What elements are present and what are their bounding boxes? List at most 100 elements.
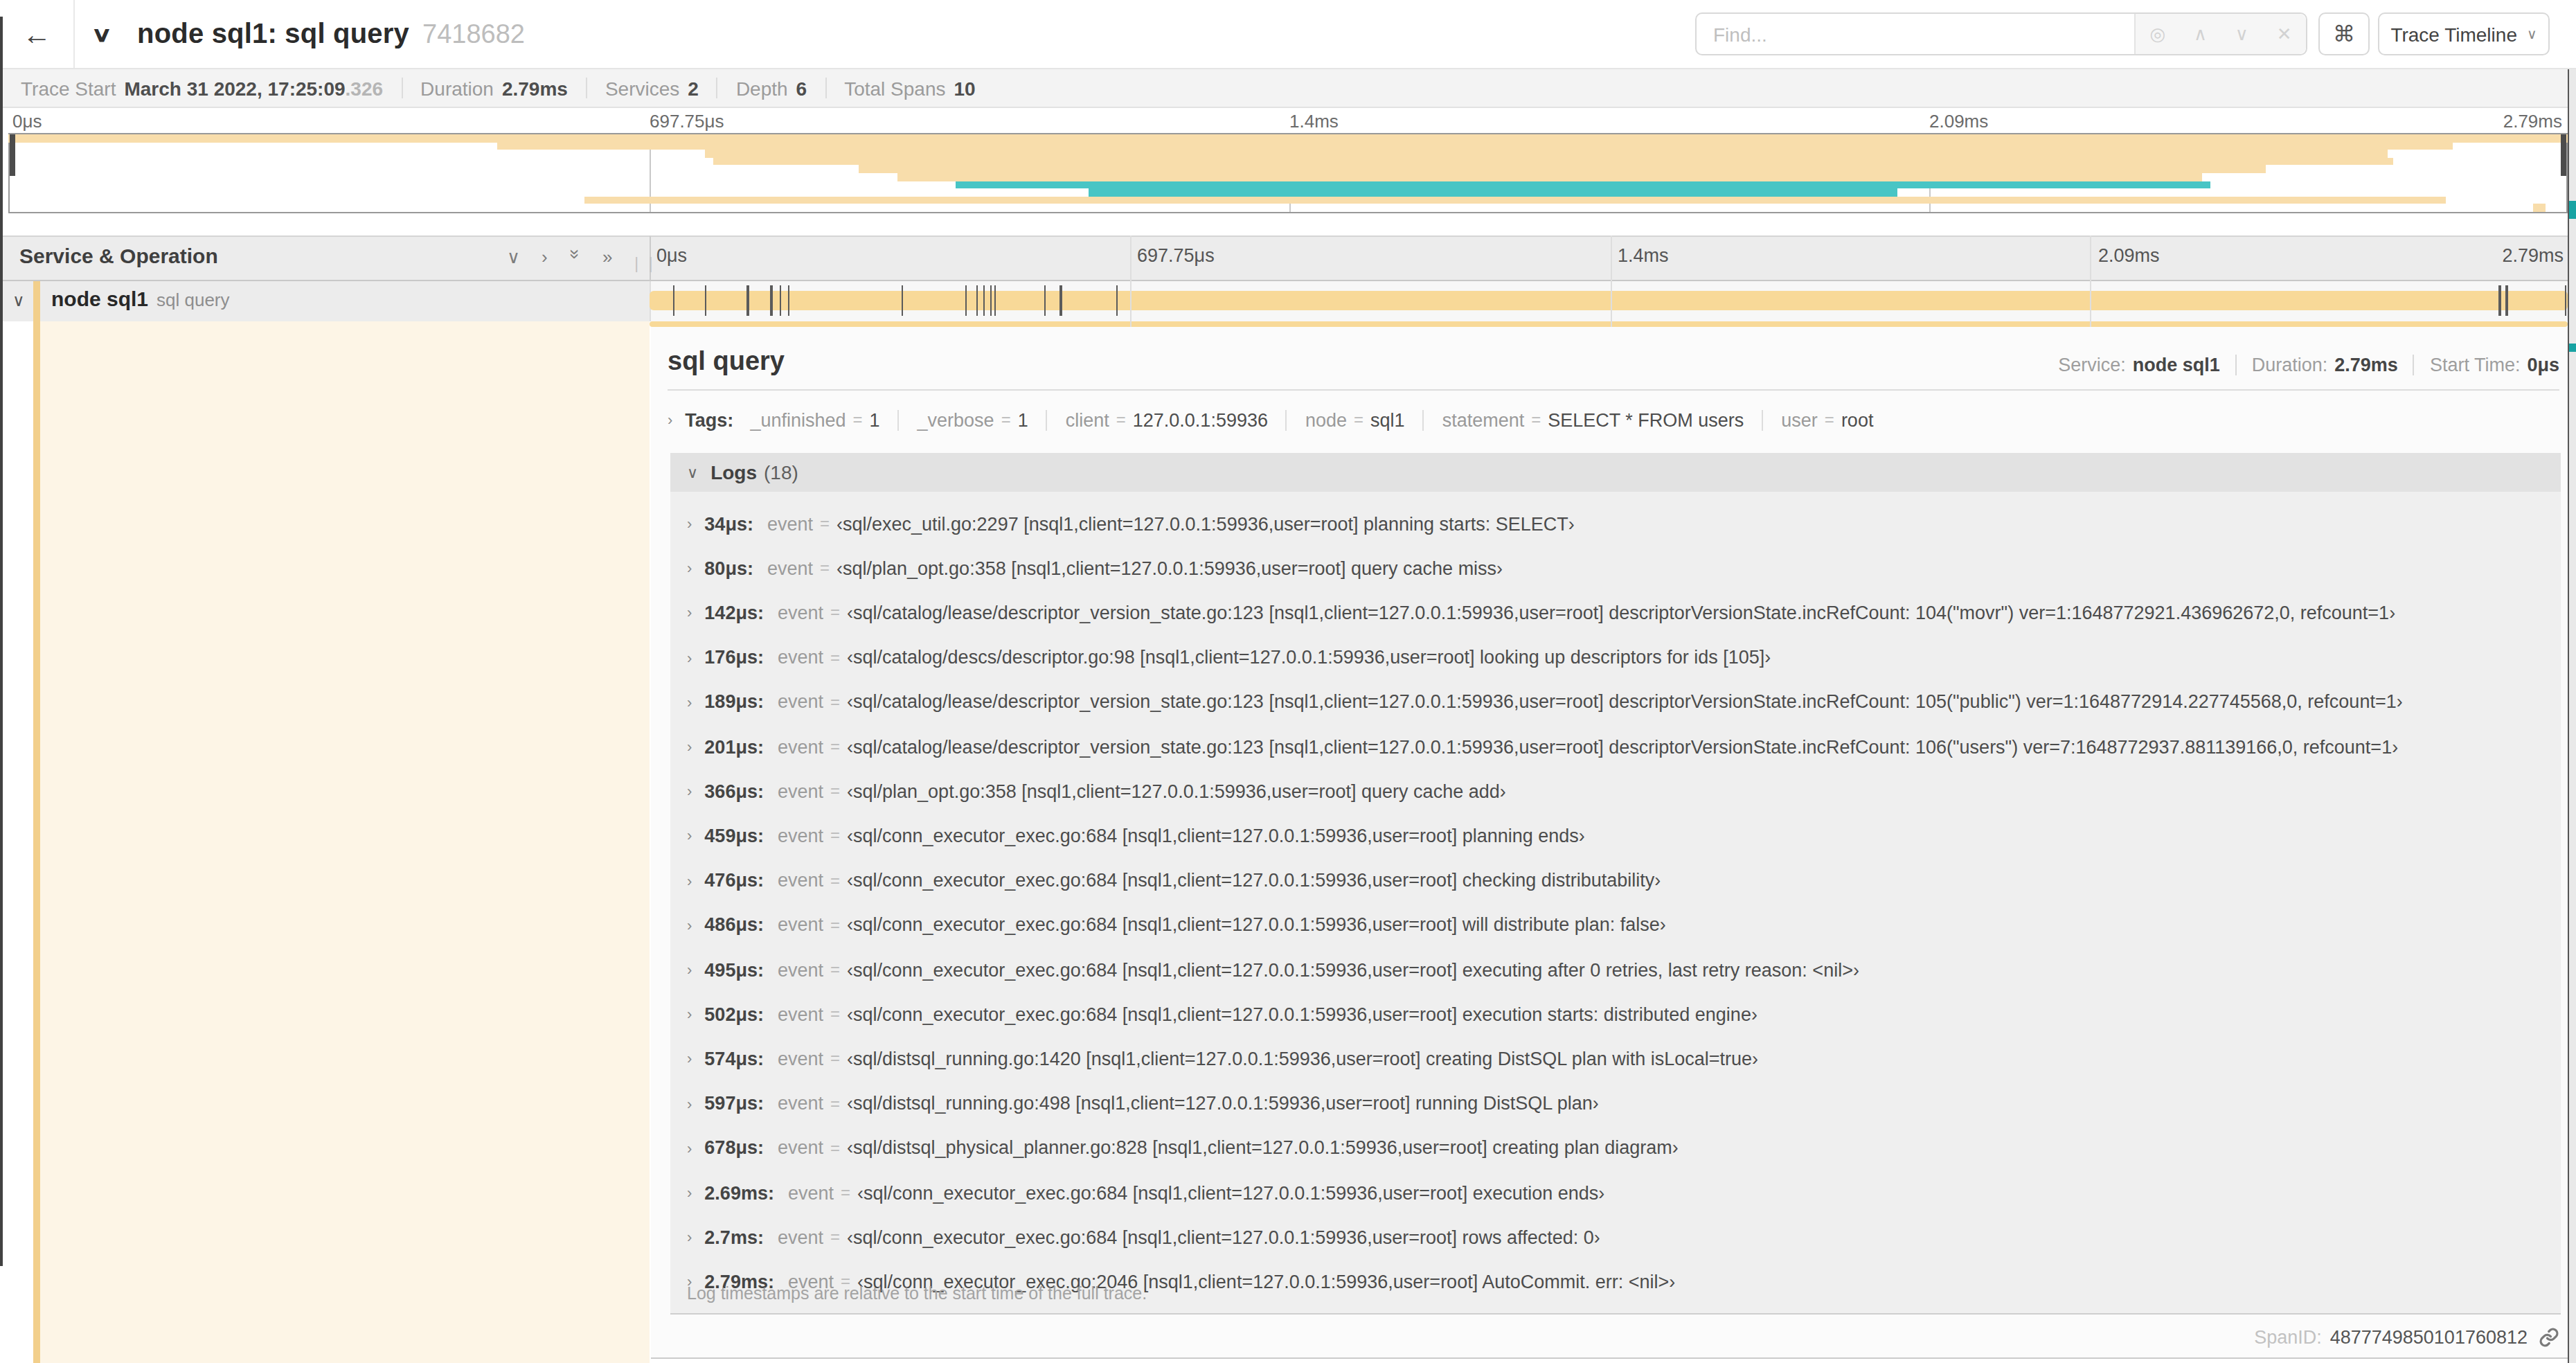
chevron-right-icon: › — [687, 872, 692, 889]
minimap-tick-label: 2.79ms — [2503, 111, 2562, 132]
tag-pill: client=127.0.0.1:59936 — [1046, 409, 1286, 430]
find-box: Find... ◎ ∧ ∨ ✕ — [1695, 12, 2307, 55]
duration-value: 2.79ms — [502, 77, 568, 99]
span-color-accent — [33, 321, 40, 1363]
chevron-right-icon: › — [687, 1095, 692, 1112]
detail-service-value: node sql1 — [2133, 355, 2220, 375]
tag-pill: user=root — [1762, 409, 1891, 430]
log-row[interactable]: ›597μs:event=‹sql/distsql_running.go:498… — [670, 1081, 2561, 1125]
chevron-right-icon: › — [687, 1140, 692, 1157]
chevron-right-icon: › — [687, 515, 692, 532]
log-row[interactable]: ›201μs:event=‹sql/catalog/lease/descript… — [670, 724, 2561, 769]
log-row[interactable]: ›189μs:event=‹sql/catalog/lease/descript… — [670, 680, 2561, 724]
next-result-icon[interactable]: ∨ — [2235, 24, 2248, 44]
minimap-span — [2533, 204, 2546, 212]
log-marker — [771, 285, 772, 316]
tag-pill: statement=SELECT * FROM users — [1423, 409, 1762, 430]
chevron-right-icon: › — [687, 1006, 692, 1023]
chevron-right-icon: › — [687, 738, 692, 755]
chevron-right-icon: › — [687, 605, 692, 621]
log-marker — [965, 285, 967, 316]
clear-search-icon[interactable]: ✕ — [2277, 24, 2292, 44]
log-marker — [2506, 285, 2507, 316]
log-row[interactable]: ›80μs:event=‹sql/plan_opt.go:358 [nsql1,… — [670, 546, 2561, 590]
minimap-span — [705, 150, 2388, 157]
span-color-accent — [33, 281, 40, 321]
log-row[interactable]: ›34μs:event=‹sql/exec_util.go:2297 [nsql… — [670, 501, 2561, 546]
trace-collapse-icon[interactable]: ∨ — [91, 0, 113, 68]
locate-icon[interactable]: ◎ — [2149, 24, 2165, 44]
log-row[interactable]: ›486μs:event=‹sql/conn_executor_exec.go:… — [670, 903, 2561, 947]
timeline-gridline — [2091, 235, 2092, 327]
log-row[interactable]: ›678μs:event=‹sql/distsql_physical_plann… — [670, 1126, 2561, 1170]
back-button[interactable]: ← — [0, 0, 75, 68]
minimap-right-scrubber[interactable] — [2561, 134, 2566, 176]
log-row[interactable]: ›502μs:event=‹sql/conn_executor_exec.go:… — [670, 992, 2561, 1036]
log-row[interactable]: ›142μs:event=‹sql/catalog/lease/descript… — [670, 591, 2561, 635]
collapse-all-icon[interactable]: » — [565, 249, 586, 259]
minimap-left-scrubber[interactable] — [10, 134, 15, 176]
log-row[interactable]: ›2.7ms:event=‹sql/conn_executor_exec.go:… — [670, 1215, 2561, 1259]
expand-all-icon[interactable]: » — [602, 247, 612, 267]
keyboard-shortcuts-button[interactable]: ⌘ — [2318, 12, 2370, 55]
depth-label: Depth — [736, 77, 788, 99]
log-row[interactable]: ›495μs:event=‹sql/conn_executor_exec.go:… — [670, 947, 2561, 992]
log-marker — [780, 285, 781, 316]
minimap-span — [859, 166, 2266, 173]
detail-service-label: Service: — [2058, 355, 2126, 375]
services-value: 2 — [688, 77, 699, 99]
depth-value: 6 — [796, 77, 807, 99]
ruler-tick-label: 1.4ms — [1618, 245, 1669, 266]
duration-label: Duration — [420, 77, 494, 99]
find-input[interactable]: Find... — [1697, 14, 2134, 54]
view-selector-button[interactable]: Trace Timeline ∨ — [2378, 12, 2550, 55]
ruler-tick-label: 2.79ms — [2502, 245, 2564, 266]
log-marker — [1116, 285, 1117, 316]
logs-note: Log timestamps are relative to the start… — [687, 1284, 1147, 1303]
log-row[interactable]: ›574μs:event=‹sql/distsql_running.go:142… — [670, 1037, 2561, 1081]
span-bar[interactable] — [650, 291, 2568, 310]
trace-id: 7418682 — [422, 0, 525, 68]
span-collapse-icon[interactable]: ∨ — [12, 291, 25, 310]
logs-header[interactable]: ∨ Logs (18) — [670, 453, 2561, 492]
tags-row[interactable]: › Tags: _unfinished=1_verbose=1client=12… — [668, 399, 1891, 440]
log-row[interactable]: ›366μs:event=‹sql/plan_opt.go:358 [nsql1… — [670, 769, 2561, 813]
log-row[interactable]: ›176μs:event=‹sql/catalog/descs/descript… — [670, 635, 2561, 679]
chevron-right-icon: › — [687, 1184, 692, 1201]
span-detail-panel: sql query Service: node sql1 Duration: 2… — [651, 327, 2570, 1359]
trace-start-value: March 31 2022, 17:25:09 — [124, 77, 345, 99]
detail-duration-label: Duration: — [2252, 355, 2328, 375]
log-marker — [1060, 285, 1062, 316]
trace-info-bar: Trace Start March 31 2022, 17:25:09 .326… — [0, 69, 2576, 108]
right-gutter — [2570, 69, 2576, 1363]
minimap-span — [897, 173, 2202, 181]
page-title: node sql1: sql query — [137, 0, 409, 68]
chevron-right-icon: › — [687, 783, 692, 800]
link-icon[interactable] — [2539, 1327, 2559, 1348]
span-service-name: node sql1 — [51, 287, 148, 310]
minimap-span — [8, 134, 2568, 142]
detail-duration-value: 2.79ms — [2334, 355, 2398, 375]
detail-left-column — [0, 321, 650, 1363]
prev-result-icon[interactable]: ∧ — [2194, 24, 2207, 44]
span-id-row: SpanID: 4877749850101760812 — [2254, 1327, 2559, 1348]
column-resizer[interactable]: ❘❘ — [630, 255, 659, 273]
total-spans-label: Total Spans — [844, 77, 945, 99]
minimap-span — [956, 181, 2210, 188]
collapse-one-icon[interactable]: ∨ — [507, 247, 520, 267]
expand-one-icon[interactable]: › — [542, 247, 548, 267]
tag-pill: node=sql1 — [1286, 409, 1423, 430]
view-selector-label: Trace Timeline — [2390, 23, 2517, 45]
detail-meta: Service: node sql1 Duration: 2.79ms Star… — [2058, 355, 2559, 375]
minimap-span — [1089, 188, 1897, 196]
back-arrow-icon: ← — [22, 17, 51, 51]
logs-block: ∨ Logs (18) ›34μs:event=‹sql/exec_util.g… — [670, 453, 2561, 1315]
chevron-right-icon: › — [687, 1051, 692, 1067]
minimap-tick-label: 0μs — [12, 111, 42, 132]
log-row[interactable]: ›476μs:event=‹sql/conn_executor_exec.go:… — [670, 858, 2561, 902]
log-row[interactable]: ›459μs:event=‹sql/conn_executor_exec.go:… — [670, 814, 2561, 858]
minimap-canvas[interactable] — [8, 133, 2568, 213]
log-row[interactable]: ›2.69ms:event=‹sql/conn_executor_exec.go… — [670, 1170, 2561, 1215]
log-marker — [704, 285, 706, 316]
minimap-span — [584, 197, 2446, 204]
